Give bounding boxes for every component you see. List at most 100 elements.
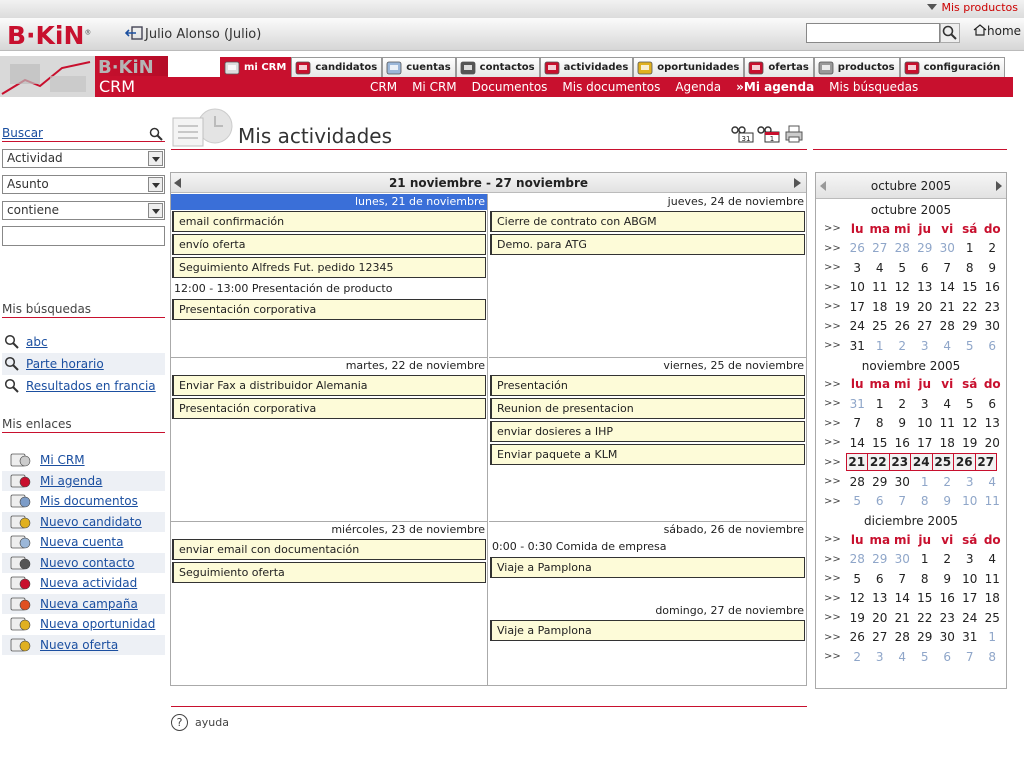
calendar-day[interactable]: 6 <box>981 339 1004 353</box>
calendar-day[interactable]: 29 <box>869 475 892 489</box>
calendar-day[interactable]: 1 <box>869 339 892 353</box>
calendar-day[interactable]: 13 <box>914 280 937 294</box>
calendar-day[interactable]: 3 <box>959 552 982 566</box>
calendar-day[interactable]: 2 <box>891 339 914 353</box>
next-month-arrow-icon[interactable] <box>996 181 1002 191</box>
activity-item[interactable]: enviar email con documentación <box>172 539 486 560</box>
calendar-day[interactable]: 26 <box>953 453 976 472</box>
tab-7[interactable]: productos <box>813 57 900 77</box>
search-operator-select[interactable]: contiene <box>2 201 165 220</box>
calendar-day[interactable]: 5 <box>846 494 869 508</box>
calendar-day[interactable]: 10 <box>846 280 869 294</box>
subnav-link-6[interactable]: Mis búsquedas <box>829 80 918 94</box>
day-header[interactable]: miércoles, 23 de noviembre <box>171 522 487 538</box>
calendar-day[interactable]: 7 <box>891 494 914 508</box>
search-field-select[interactable]: Asunto <box>2 175 165 194</box>
calendar-day[interactable]: 27 <box>869 630 892 644</box>
day-header[interactable]: jueves, 24 de noviembre <box>489 194 806 210</box>
my-link-item[interactable]: Nueva oferta <box>2 634 165 655</box>
tab-3[interactable]: contactos <box>455 57 540 77</box>
prev-week-arrow-icon[interactable] <box>174 178 181 188</box>
calendar-day[interactable]: 28 <box>891 241 914 255</box>
tab-2[interactable]: cuentas <box>382 57 456 77</box>
calendar-day[interactable]: 28 <box>846 475 869 489</box>
my-link-item[interactable]: Mis documentos <box>2 491 165 512</box>
calendar-day[interactable]: 19 <box>846 611 869 625</box>
calendar-day[interactable]: 15 <box>869 436 892 450</box>
calendar-day[interactable]: 25 <box>981 611 1004 625</box>
calendar-day[interactable]: 9 <box>936 494 959 508</box>
global-search-button[interactable] <box>940 23 960 43</box>
saved-search-item[interactable]: Resultados en francia <box>2 375 165 397</box>
calendar-day[interactable]: 6 <box>914 261 937 275</box>
day-header[interactable]: sábado, 26 de noviembre <box>489 522 806 538</box>
tab-8[interactable]: configuración <box>899 57 1006 77</box>
select-week-link[interactable]: >> <box>824 651 846 662</box>
calendar-day[interactable]: 22 <box>914 611 937 625</box>
select-week-link[interactable]: >> <box>824 398 846 409</box>
help-link[interactable]: ? ayuda <box>171 714 229 731</box>
my-link-item[interactable]: Nueva cuenta <box>2 532 165 553</box>
select-week-link[interactable]: >> <box>824 340 846 351</box>
my-products-menu[interactable]: Mis productos <box>927 1 1018 14</box>
subnav-link-0[interactable]: CRM <box>370 80 397 94</box>
search-text-input[interactable] <box>2 226 165 246</box>
tab-4[interactable]: actividades <box>539 57 634 77</box>
activity-item[interactable]: Presentación corporativa <box>172 299 486 320</box>
calendar-day[interactable]: 11 <box>981 572 1004 586</box>
global-search-input[interactable] <box>806 23 940 43</box>
calendar-day[interactable]: 17 <box>959 591 982 605</box>
tab-1[interactable]: candidatos <box>291 57 383 77</box>
calendar-day[interactable]: 15 <box>959 280 982 294</box>
calendar-day[interactable]: 11 <box>869 280 892 294</box>
calendar-day[interactable]: 13 <box>981 416 1004 430</box>
calendar-day[interactable]: 12 <box>891 280 914 294</box>
user-info[interactable]: Julio Alonso (Julio) <box>125 26 261 42</box>
print-icon[interactable] <box>781 125 807 143</box>
activity-item[interactable]: Viaje a Pamplona <box>490 557 805 578</box>
tab-5[interactable]: oportunidades <box>633 57 745 77</box>
calendar-day[interactable]: 31 <box>846 397 869 411</box>
calendar-day[interactable]: 25 <box>869 319 892 333</box>
calendar-day[interactable]: 28 <box>936 319 959 333</box>
calendar-day[interactable]: 24 <box>910 453 933 472</box>
calendar-day[interactable]: 15 <box>914 591 937 605</box>
calendar-day[interactable]: 8 <box>914 494 937 508</box>
activity-item[interactable]: Seguimiento oferta <box>172 562 486 583</box>
calendar-day[interactable]: 3 <box>914 397 937 411</box>
select-week-link[interactable]: >> <box>824 573 846 584</box>
subnav-link-5[interactable]: »Mi agenda <box>736 80 814 94</box>
activity-item[interactable]: Demo. para ATG <box>490 234 805 255</box>
calendar-day[interactable]: 6 <box>869 494 892 508</box>
select-week-link[interactable]: >> <box>824 418 846 429</box>
logout-icon[interactable] <box>125 26 143 40</box>
calendar-day[interactable]: 2 <box>981 241 1004 255</box>
calendar-day[interactable]: 18 <box>936 436 959 450</box>
calendar-day[interactable]: 28 <box>891 630 914 644</box>
calendar-day[interactable]: 21 <box>891 611 914 625</box>
activity-item[interactable]: email confirmación <box>172 211 486 232</box>
activity-item[interactable]: Enviar paquete a KLM <box>490 444 805 465</box>
select-week-link[interactable]: >> <box>824 457 846 468</box>
my-link-item[interactable]: Nuevo candidato <box>2 511 165 532</box>
calendar-day[interactable]: 3 <box>869 650 892 664</box>
day-view-icon[interactable]: 1 <box>755 125 781 143</box>
calendar-day[interactable]: 20 <box>869 611 892 625</box>
calendar-day[interactable]: 3 <box>914 339 937 353</box>
calendar-day[interactable]: 7 <box>891 572 914 586</box>
calendar-day[interactable]: 27 <box>869 241 892 255</box>
subnav-link-1[interactable]: Mi CRM <box>412 80 457 94</box>
activity-item[interactable]: Reunion de presentacion <box>490 398 805 419</box>
calendar-day[interactable]: 12 <box>846 591 869 605</box>
activity-item[interactable]: enviar dosieres a IHP <box>490 421 805 442</box>
calendar-day[interactable]: 5 <box>959 397 982 411</box>
calendar-day[interactable]: 23 <box>936 611 959 625</box>
calendar-day[interactable]: 4 <box>981 475 1004 489</box>
next-week-arrow-icon[interactable] <box>794 178 801 188</box>
search-icon[interactable] <box>149 127 163 141</box>
timed-activity[interactable]: 12:00 - 13:00 Presentación de producto <box>171 280 487 298</box>
calendar-day[interactable]: 20 <box>914 300 937 314</box>
calendar-day[interactable]: 13 <box>869 591 892 605</box>
calendar-day[interactable]: 7 <box>936 261 959 275</box>
calendar-day[interactable]: 3 <box>959 475 982 489</box>
